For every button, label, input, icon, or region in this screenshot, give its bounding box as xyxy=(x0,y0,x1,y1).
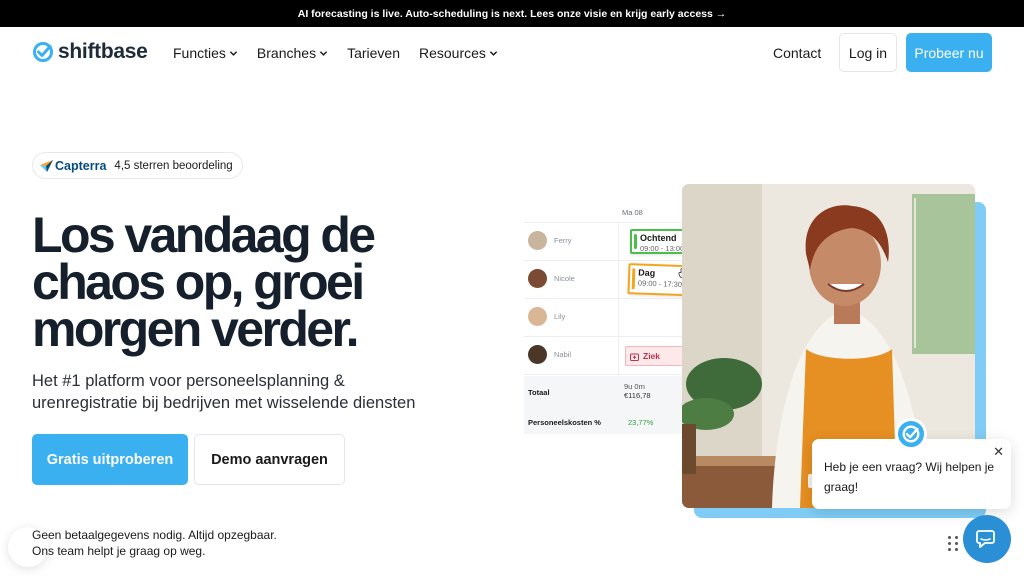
first-aid-icon xyxy=(630,353,639,361)
hero-heading-line: morgen verder. xyxy=(32,301,359,357)
nav-menu: Functies Branches Tarieven Resources xyxy=(173,45,498,61)
chevron-down-icon xyxy=(229,50,238,56)
avatar xyxy=(528,307,547,326)
close-icon[interactable]: ✕ xyxy=(993,442,1004,462)
chat-agent-avatar xyxy=(895,418,927,450)
employee-name: Nicole xyxy=(554,274,575,283)
avatar xyxy=(528,345,547,364)
nav-item-label: Resources xyxy=(419,45,486,61)
nav-item-functies[interactable]: Functies xyxy=(173,45,238,61)
avatar xyxy=(528,231,547,250)
chevron-down-icon xyxy=(489,50,498,56)
shiftbase-logo-icon xyxy=(33,42,53,62)
total-hours: 9u 0m xyxy=(624,382,645,391)
employee-row: Nabil xyxy=(528,345,571,364)
hero-note: Geen betaalgegevens nodig. Altijd opzegb… xyxy=(32,527,277,559)
schedule-preview: Ma 08 Ferry Nicole Lily Nabil Ochtend 09… xyxy=(524,200,737,436)
cost-value: 23,77% xyxy=(628,418,654,427)
cost-row: Personeelskosten % 23,77% xyxy=(524,410,686,434)
nav-item-label: Tarieven xyxy=(347,45,400,61)
divider xyxy=(524,260,686,261)
free-trial-button[interactable]: Gratis uitproberen xyxy=(32,434,188,485)
divider xyxy=(524,374,686,375)
employee-name: Lily xyxy=(554,312,566,321)
nav-item-label: Branches xyxy=(256,45,317,61)
note-line: Ons team helpt je graag op weg. xyxy=(32,544,206,558)
shiftbase-check-icon xyxy=(902,425,920,443)
employee-row: Lily xyxy=(528,307,565,326)
sick-badge: Ziek xyxy=(625,346,689,366)
capterra-brand: Capterra xyxy=(55,158,107,173)
employee-row: Ferry xyxy=(528,231,572,250)
total-label: Totaal xyxy=(528,388,550,397)
divider xyxy=(524,336,686,337)
chat-bubble-icon xyxy=(976,530,995,548)
sick-label: Ziek xyxy=(643,351,661,361)
announcement-bar[interactable]: AI forecasting is live. Auto-scheduling … xyxy=(0,0,1024,27)
login-button[interactable]: Log in xyxy=(839,33,897,72)
avatar xyxy=(528,269,547,288)
logo[interactable]: shiftbase xyxy=(32,40,148,64)
chevron-down-icon xyxy=(319,50,328,56)
chat-launcher-button[interactable] xyxy=(963,515,1011,563)
hero-subtitle: Het #1 platform voor personeelsplanning … xyxy=(32,370,452,414)
hero-heading: Los vandaag de chaos op, groei morgen ve… xyxy=(32,210,452,354)
nav-item-branches[interactable]: Branches xyxy=(257,45,328,61)
employee-name: Ferry xyxy=(554,236,572,245)
logo-text: shiftbase xyxy=(58,40,148,63)
hero-subtitle-line: Het #1 platform voor personeelsplanning … xyxy=(32,372,345,390)
announcement-text[interactable]: AI forecasting is live. Auto-scheduling … xyxy=(298,8,727,20)
capterra-logo: Capterra xyxy=(40,159,106,173)
main-nav: shiftbase Functies Branches Tarieven Res… xyxy=(0,27,1024,79)
shift-name: Dag xyxy=(638,267,656,279)
capterra-arrow-icon xyxy=(40,159,53,172)
note-line: Geen betaalgegevens nodig. Altijd opzegb… xyxy=(32,528,277,542)
nav-item-label: Functies xyxy=(173,45,226,61)
divider xyxy=(524,298,686,299)
rating-text: 4,5 sterren beoordeling xyxy=(114,159,233,172)
hero-subtitle-line: urenregistratie bij bedrijven met wissel… xyxy=(32,394,416,412)
cost-label: Personeelskosten % xyxy=(528,418,601,427)
rating-badge[interactable]: Capterra 4,5 sterren beoordeling xyxy=(32,152,243,179)
divider xyxy=(524,222,686,223)
chat-message: Heb je een vraag? Wij helpen je graag! xyxy=(824,460,995,494)
total-amount: €116,78 xyxy=(624,391,651,400)
employee-name: Nabil xyxy=(554,350,572,359)
contact-link[interactable]: Contact xyxy=(773,45,821,61)
schedule-date: Ma 08 xyxy=(622,208,643,217)
try-now-button[interactable]: Probeer nu xyxy=(906,33,992,72)
total-row: Totaal 9u 0m €116,78 xyxy=(524,376,686,410)
request-demo-button[interactable]: Demo aanvragen xyxy=(194,434,345,485)
shift-name: Ochtend xyxy=(640,233,677,243)
nav-item-resources[interactable]: Resources xyxy=(419,45,498,61)
drag-handle-icon[interactable] xyxy=(948,536,959,551)
employee-row: Nicole xyxy=(528,269,575,288)
nav-item-tarieven[interactable]: Tarieven xyxy=(347,45,400,61)
